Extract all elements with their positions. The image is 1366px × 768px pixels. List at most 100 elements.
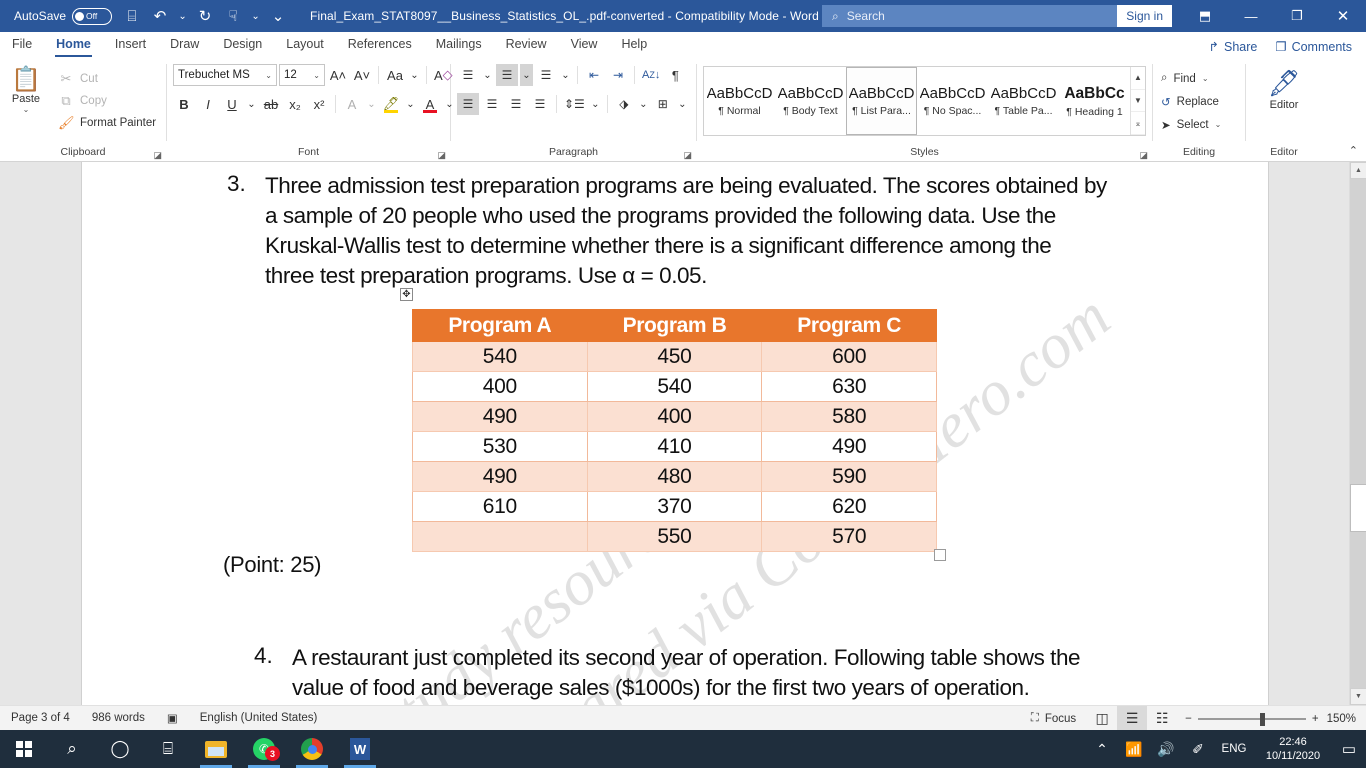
zoom-out-button[interactable]: − — [1185, 713, 1192, 725]
table-cell[interactable]: 370 — [586, 491, 763, 522]
tab-layout[interactable]: Layout — [274, 32, 336, 58]
select-button[interactable]: ➤ Select ⌄ — [1161, 113, 1221, 136]
clipboard-dialog-launcher-icon[interactable]: ◪ — [153, 150, 162, 161]
whatsapp-icon[interactable]: ✆ 3 — [240, 730, 288, 768]
table-cell[interactable]: 530 — [412, 431, 588, 462]
page-indicator[interactable]: Page 3 of 4 — [0, 706, 81, 731]
word-icon[interactable]: W — [336, 730, 384, 768]
table-cell[interactable]: 540 — [412, 341, 588, 372]
zoom-in-button[interactable]: + — [1312, 713, 1319, 725]
search-taskbar-icon[interactable]: ⌕ — [48, 730, 96, 768]
align-center-icon[interactable]: ☰ — [481, 93, 503, 115]
redo-icon[interactable]: ↻ — [191, 3, 219, 29]
bullets-icon[interactable]: ☰ — [457, 64, 479, 86]
zoom-slider-thumb[interactable] — [1259, 712, 1265, 726]
cortana-icon[interactable]: ◯ — [96, 730, 144, 768]
share-button[interactable]: ↱ Share — [1201, 37, 1266, 56]
touch-mode-icon[interactable]: ☟ — [219, 3, 247, 29]
borders-icon[interactable]: ⊞ — [652, 93, 674, 115]
clock[interactable]: 22:46 10/11/2020 — [1254, 735, 1332, 763]
language-indicator[interactable]: English (United States) — [189, 706, 329, 731]
document-page[interactable]: This study resource was shared via Cours… — [82, 162, 1268, 705]
underline-dropdown-icon[interactable]: ⌄ — [245, 93, 258, 115]
style-no-spacing[interactable]: AaBbCcD ¶ No Spac... — [917, 67, 988, 135]
font-size-input[interactable]: 12 ⌄ — [279, 64, 325, 86]
styles-scrollbar[interactable]: ▲ ▼ ⌅ — [1130, 67, 1145, 136]
proofing-errors-icon[interactable]: ▣ — [156, 706, 189, 731]
styles-scroll-up-icon[interactable]: ▲ — [1131, 67, 1145, 90]
text-highlight-color-icon[interactable]: 🖊 — [380, 93, 402, 115]
focus-button[interactable]: ⛶ Focus — [1020, 706, 1087, 731]
style-table-paragraph[interactable]: AaBbCcD ¶ Table Pa... — [988, 67, 1059, 135]
paste-dropdown-icon[interactable]: ⌄ — [23, 105, 30, 114]
table-cell[interactable]: 590 — [761, 461, 937, 492]
scrollbar-track[interactable] — [1350, 179, 1366, 688]
save-icon[interactable]: ⌸ — [118, 3, 146, 29]
strikethrough-icon[interactable]: ab — [260, 93, 282, 115]
table-cell[interactable]: 490 — [412, 461, 588, 492]
font-name-input[interactable]: Trebuchet MS ⌄ — [173, 64, 277, 86]
volume-icon[interactable]: 🔊 — [1150, 730, 1182, 768]
pen-icon[interactable]: ✐ — [1182, 730, 1214, 768]
bold-icon[interactable]: B — [173, 93, 195, 115]
scroll-up-icon[interactable]: ▲ — [1350, 162, 1366, 179]
shrink-font-icon[interactable]: A˅ — [351, 64, 373, 86]
zoom-slider[interactable] — [1197, 712, 1306, 726]
styles-scroll-down-icon[interactable]: ▼ — [1131, 90, 1145, 113]
collapse-ribbon-icon[interactable]: ⌃ — [1349, 144, 1358, 157]
scores-table[interactable]: Program A Program B Program C 540 450 60… — [412, 309, 937, 552]
style-body-text[interactable]: AaBbCcD ¶ Body Text — [775, 67, 846, 135]
styles-more-icon[interactable]: ⌅ — [1131, 112, 1145, 136]
numbering-icon[interactable]: ☰ — [496, 64, 518, 86]
shading-dropdown-icon[interactable]: ⌄ — [637, 93, 650, 115]
sort-icon[interactable]: A Z ↓ — [640, 64, 662, 86]
italic-icon[interactable]: I — [197, 93, 219, 115]
restore-icon[interactable]: ❐ — [1274, 0, 1320, 32]
editor-button[interactable]: 🖋 Editor — [1253, 63, 1315, 111]
task-view-icon[interactable]: ⌸ — [144, 730, 192, 768]
text-effects-dropdown-icon[interactable]: ⌄ — [365, 93, 378, 115]
align-right-icon[interactable]: ☰ — [505, 93, 527, 115]
read-mode-icon[interactable]: ◫ — [1087, 706, 1117, 731]
line-spacing-dropdown-icon[interactable]: ⌄ — [589, 93, 602, 115]
align-left-icon[interactable]: ☰ — [457, 93, 479, 115]
wifi-icon[interactable]: 📶 — [1118, 730, 1150, 768]
table-cell[interactable]: 580 — [761, 401, 937, 432]
tab-design[interactable]: Design — [211, 32, 274, 58]
table-cell[interactable]: 450 — [586, 341, 763, 372]
close-icon[interactable]: ✕ — [1320, 0, 1366, 32]
grow-font-icon[interactable]: A˄ — [327, 64, 349, 86]
touch-dropdown-icon[interactable]: ⌄ — [247, 3, 264, 29]
paragraph-dialog-launcher-icon[interactable]: ◪ — [683, 150, 692, 161]
vertical-scrollbar[interactable]: ▲ ▼ — [1349, 162, 1366, 705]
style-normal[interactable]: AaBbCcD ¶ Normal — [704, 67, 775, 135]
paste-button[interactable]: 📋 Paste ⌄ — [0, 63, 52, 115]
zoom-level[interactable]: 150% — [1327, 713, 1362, 725]
table-cell[interactable]: 480 — [586, 461, 763, 492]
superscript-icon[interactable]: x² — [308, 93, 330, 115]
style-heading-1[interactable]: AaBbCc ¶ Heading 1 — [1059, 67, 1130, 135]
multilevel-dropdown-icon[interactable]: ⌄ — [559, 64, 572, 86]
style-list-paragraph[interactable]: AaBbCcD ¶ List Para... — [846, 67, 917, 135]
ribbon-display-options-icon[interactable]: ⬒ — [1182, 0, 1228, 32]
styles-dialog-launcher-icon[interactable]: ◪ — [1139, 150, 1148, 161]
decrease-indent-icon[interactable]: ⇤ — [583, 64, 605, 86]
highlight-dropdown-icon[interactable]: ⌄ — [404, 93, 417, 115]
multilevel-list-icon[interactable]: ☰ — [535, 64, 557, 86]
tab-references[interactable]: References — [336, 32, 424, 58]
language-indicator[interactable]: ENG — [1214, 730, 1254, 768]
tab-draw[interactable]: Draw — [158, 32, 211, 58]
numbering-dropdown-icon[interactable]: ⌄ — [520, 64, 533, 86]
table-cell[interactable]: 410 — [586, 431, 763, 462]
chrome-icon[interactable] — [288, 730, 336, 768]
scroll-down-icon[interactable]: ▼ — [1350, 688, 1366, 705]
file-explorer-icon[interactable] — [192, 730, 240, 768]
table-cell[interactable]: 600 — [761, 341, 937, 372]
tab-home[interactable]: Home — [44, 32, 103, 58]
subscript-icon[interactable]: x₂ — [284, 93, 306, 115]
action-center-icon[interactable]: ▭ — [1332, 730, 1366, 768]
table-cell[interactable]: 490 — [412, 401, 588, 432]
table-resize-handle[interactable] — [934, 549, 946, 561]
tab-file[interactable]: File — [0, 32, 44, 58]
table-cell[interactable] — [412, 521, 588, 552]
